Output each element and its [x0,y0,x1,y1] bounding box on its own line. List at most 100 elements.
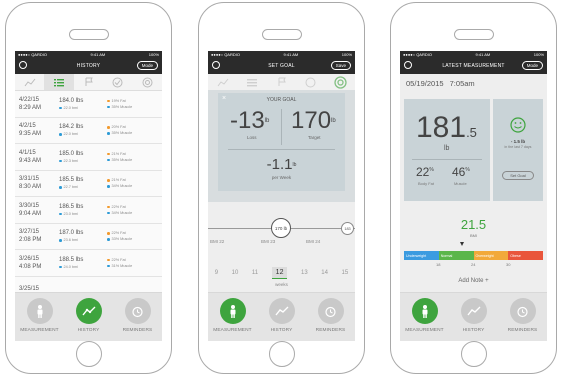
smiley-icon [510,117,526,133]
scale-underweight: Underweight [404,251,439,260]
history-list: 4/22/15 8:29 AM 184.0 lbs 22.0 bmi 19% Fat 35… [15,91,162,303]
slider-knob[interactable]: 170 lb [271,218,291,238]
trend-card: - 1.5 lb in the last 7 days Set Goal [493,99,543,201]
history-row[interactable]: 4/22/15 8:29 AM 184.0 lbs 22.0 bmi 19% Fat 35… [15,91,162,118]
fat-dot [107,205,110,208]
row-date-day: 4/1/15 [19,149,36,156]
change-value: - 1.5 lb [510,139,526,144]
clock: 9:41 AM [475,52,491,57]
week-option[interactable]: 11 [252,270,258,276]
nav-reminders[interactable]: REMINDERS [498,293,547,341]
history-row[interactable]: 3/26/15 4:08 PM 188.5 lbs 24.0 bmi 22% Fat 31… [15,250,162,277]
muscle-dot [107,264,110,267]
change-label: in the last 7 days [504,145,532,149]
nav-label: MEASUREMENT [405,328,444,333]
row-date-day: 3/27/15 [19,229,40,236]
tab-target[interactable] [133,74,162,90]
home-button[interactable] [76,341,102,367]
scale-ticks: 18 24 30 [400,262,547,268]
week-option[interactable]: 9 [215,270,218,276]
save-button[interactable]: Save [330,61,351,70]
person-icon [26,298,53,324]
tab-check[interactable] [103,74,132,90]
week-option[interactable]: 10 [232,270,239,276]
nav-history[interactable]: HISTORY [257,293,306,341]
nav-measurement[interactable]: MEASUREMENT [208,293,257,341]
person-icon [411,298,438,324]
nav-history[interactable]: HISTORY [449,293,498,341]
week-option[interactable]: 12 [271,267,288,279]
carrier: ●●●●○ QARDIO [403,52,432,57]
history-row[interactable]: 4/1/15 9:43 AM 185.0 lbs 22.3 bmi 21% Fat 35%… [15,144,162,171]
home-button[interactable] [461,341,487,367]
history-row[interactable]: 3/27/15 2:08 PM 187.0 lbs 23.6 bmi 22% Fat 33… [15,223,162,250]
row-bmi-value: 22.0 bmi [63,132,79,137]
muscle-dot [107,185,110,188]
muscle-dot [107,105,110,108]
nav-label: REMINDERS [122,328,153,333]
history-row[interactable]: 4/2/15 9:35 AM 184.2 lbs 22.0 bmi 20% Fat 35%… [15,117,162,144]
row-date: 3/26/15 4:08 PM [19,255,59,271]
row-date: 3/30/15 9:04 AM [19,202,59,218]
status-bar: ●●●●○ QARDIO 9:41 AM 100% [400,51,547,58]
week-option[interactable]: 13 [301,270,308,276]
slider-value: 170 lb [274,225,288,231]
row-bmi: 23.0 bmi [59,211,107,217]
nav-measurement[interactable]: MEASUREMENT [400,293,449,341]
nav-reminders[interactable]: REMINDERS [306,293,355,341]
tab-list[interactable] [237,74,266,90]
tab-list[interactable] [44,74,74,90]
speaker [262,29,302,40]
status-bar: ●●●●○ QARDIO 9:41 AM 100% [15,51,162,58]
latest-titlebar: LATEST MEASUREMENT Mode [400,58,547,74]
qardio-logo-icon[interactable] [19,61,27,69]
row-date-day: 3/30/15 [19,202,40,209]
row-bmi-value: 22.3 bmi [63,158,79,163]
tab-trend[interactable] [15,74,44,90]
bmi-tick: BMI 24 [306,239,321,244]
weeks-picker[interactable]: 9 10 11 12 13 14 15 [208,266,355,280]
mode-button[interactable]: Mode [521,61,543,70]
row-date-day: 3/26/15 [19,255,40,262]
tab-target[interactable] [325,74,355,90]
history-titlebar: HISTORY Mode [15,58,162,74]
carrier: ●●●●○ QARDIO [18,52,47,57]
tab-flag[interactable] [74,74,103,90]
set-goal-button[interactable]: Set Goal [502,171,534,180]
nav-reminders[interactable]: REMINDERS [113,293,162,341]
week-option[interactable]: 15 [341,270,348,276]
mode-button[interactable]: Mode [136,61,158,70]
tab-check[interactable] [296,74,325,90]
history-tabs [15,74,162,91]
nav-history[interactable]: HISTORY [64,293,113,341]
row-muscle: 31% Muscle [111,263,133,268]
bmi-label: BMI [469,233,478,238]
alarm-clock-icon [509,298,536,324]
clock: 9:41 AM [90,52,106,57]
bmi-ticks: BMI 22 BMI 23 BMI 24 [208,239,355,247]
nav-measurement[interactable]: MEASUREMENT [15,293,64,341]
history-row[interactable]: 3/30/15 9:04 AM 186.5 lbs 23.0 bmi 22% Fat 34… [15,197,162,224]
row-date-day: 4/2/15 [19,123,36,130]
week-option[interactable]: 14 [321,270,328,276]
bmi-dot [59,133,62,136]
home-button[interactable] [269,341,295,367]
row-bmi: 22.3 bmi [59,158,107,164]
phone-history: ●●●●○ QARDIO 9:41 AM 100% HISTORY Mode 4… [5,2,172,374]
qardio-logo-icon[interactable] [404,61,412,69]
muscle-dot [107,132,110,135]
trend-icon [460,298,487,324]
tab-flag[interactable] [267,74,296,90]
row-fat: 22% Fat [111,257,126,262]
qardio-logo-icon[interactable] [212,61,220,69]
tab-trend[interactable] [208,74,237,90]
add-note-button[interactable]: Add Note + [400,278,547,284]
row-bmi-value: 22.0 bmi [63,105,79,110]
row-weight-value: 184.2 lbs [59,124,84,131]
row-composition: 19% Fat 35% Muscle [107,98,132,110]
bmi-dot [59,159,62,162]
trend-icon [217,78,229,86]
fat-dot [107,126,110,129]
history-row[interactable]: 3/31/15 8:30 AM 185.5 lbs 22.7 bmi 21% Fat 34… [15,170,162,197]
row-fat: 20% Fat [111,125,126,130]
